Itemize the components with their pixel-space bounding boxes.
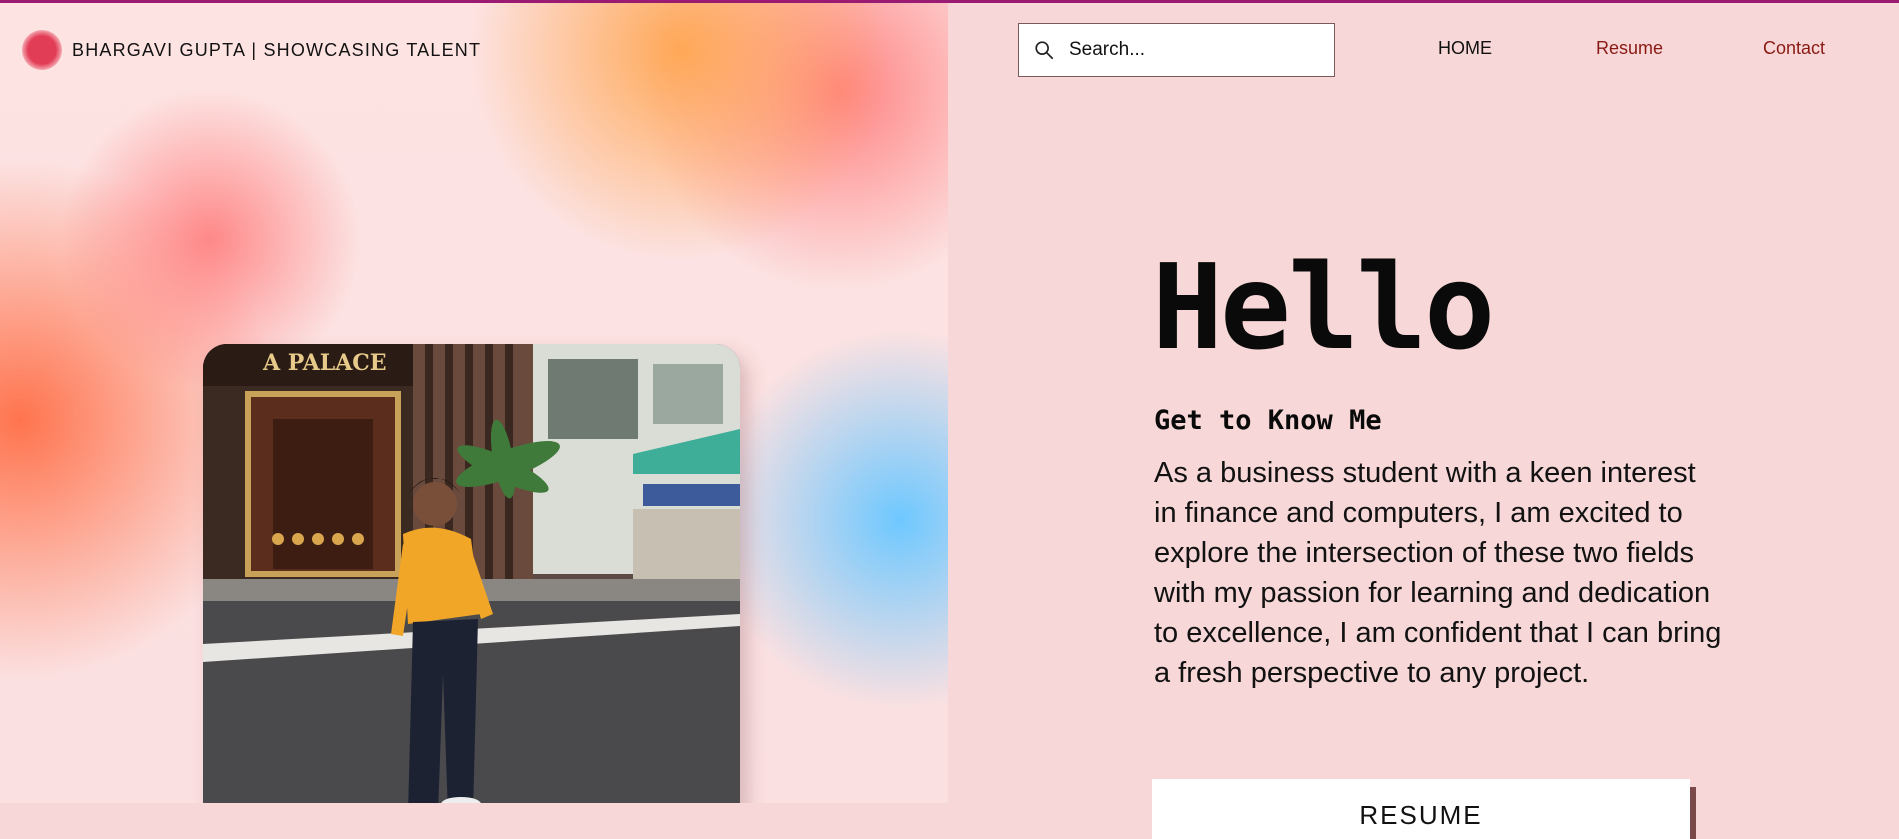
resume-button[interactable]: RESUME <box>1152 779 1690 839</box>
site-brand[interactable]: BHARGAVI GUPTA | SHOWCASING TALENT <box>22 30 481 70</box>
hero-title: Hello <box>1152 238 1495 376</box>
nav-home-link[interactable]: HOME <box>1438 38 1492 59</box>
site-title: BHARGAVI GUPTA | SHOWCASING TALENT <box>72 39 482 60</box>
palace-sign-text: A PALACE <box>262 350 387 376</box>
brand-logo-icon <box>22 30 62 70</box>
nav-resume-link[interactable]: Resume <box>1596 38 1663 59</box>
nav-contact-link[interactable]: Contact <box>1763 38 1825 59</box>
profile-photo: A PALACE <box>203 344 740 803</box>
top-accent-bar <box>0 0 1899 3</box>
right-content-panel: HOME Resume Contact Hello Get to Know Me… <box>948 0 1899 839</box>
search-icon <box>1035 41 1054 60</box>
hero-description: As a business student with a keen intere… <box>1154 457 1722 689</box>
search-bar[interactable] <box>1018 23 1335 77</box>
left-hero-panel: BHARGAVI GUPTA | SHOWCASING TALENT A PAL… <box>0 0 948 803</box>
search-input[interactable] <box>1067 38 1311 62</box>
hero-subtitle: Get to Know Me <box>1154 405 1382 436</box>
